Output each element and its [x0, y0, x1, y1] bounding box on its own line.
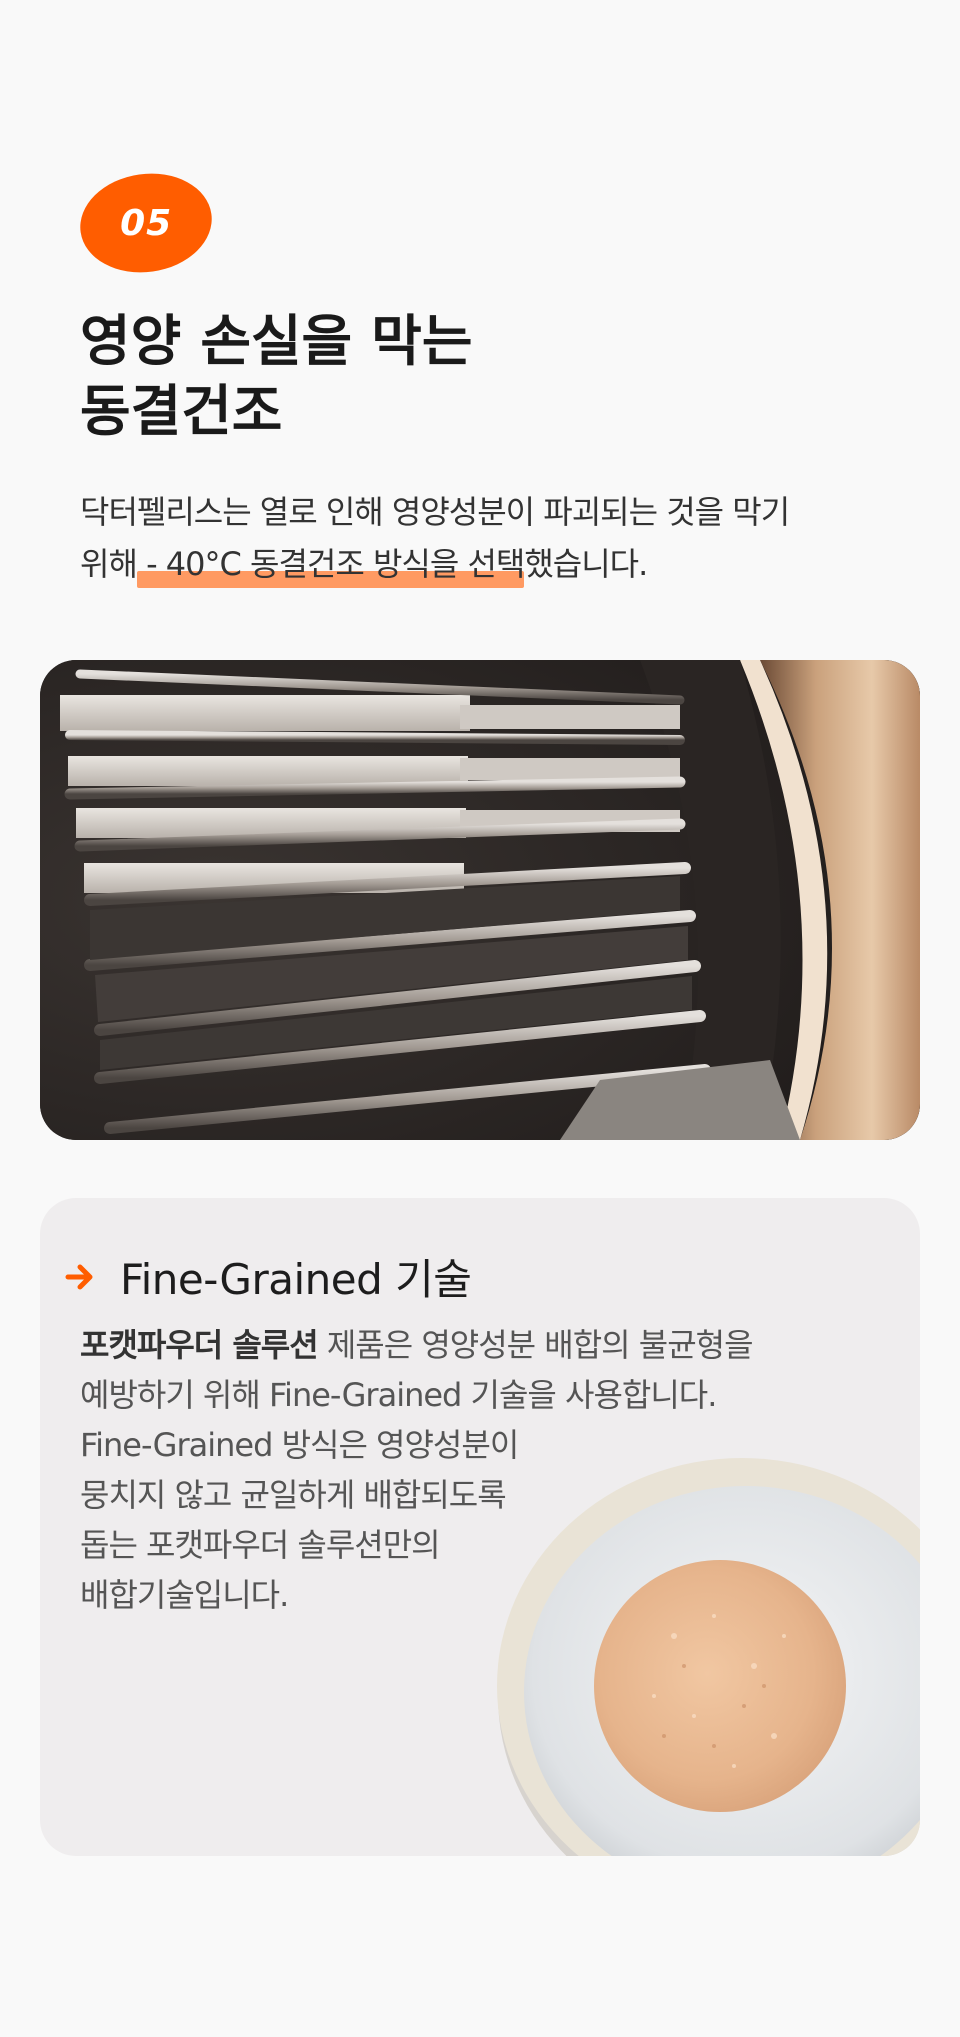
card-line-2: 예방하기 위해 Fine-Grained 기술을 사용합니다. — [80, 1376, 717, 1414]
step-number: 05 — [119, 202, 173, 244]
powder-bowl-photo — [497, 1458, 920, 1856]
card-heading: Fine-Grained 기술 — [120, 1255, 472, 1304]
step-number-badge: 05 — [73, 165, 219, 281]
section-title: 영양 손실을 막는 동결건조 — [80, 306, 880, 446]
intro-line-2-suffix: 했습니다. — [524, 545, 648, 583]
title-line-2: 동결건조 — [80, 379, 283, 443]
card-line-1-rest: 제품은 영양성분 배합의 불균형을 — [317, 1326, 754, 1364]
card-heading-row: Fine-Grained 기술 — [64, 1246, 472, 1307]
title-line-1: 영양 손실을 막는 — [80, 309, 473, 373]
intro-paragraph: 닥터펠리스는 열로 인해 영양성분이 파괴되는 것을 막기 위해 - 40°C … — [80, 486, 900, 590]
freeze-dryer-illustration — [40, 660, 920, 1140]
intro-line-2-prefix: 위해 — [80, 545, 138, 583]
intro-line-1: 닥터펠리스는 열로 인해 영양성분이 파괴되는 것을 막기 — [80, 493, 790, 531]
arrow-right-icon — [65, 1264, 93, 1289]
product-name: 포캣파우더 솔루션 — [80, 1326, 319, 1364]
card-line-1: 포캣파우더 솔루션 제품은 영양성분 배합의 불균형을 — [80, 1320, 880, 1370]
intro-line-2: 위해 - 40°C 동결건조 방식을 선택했습니다. — [80, 538, 900, 590]
freeze-dryer-photo — [40, 660, 920, 1140]
intro-highlight: - 40°C 동결건조 방식을 선택 — [136, 545, 525, 583]
fine-grained-card: Fine-Grained 기술 포캣파우더 솔루션 제품은 영양성분 배합의 불… — [40, 1198, 920, 1856]
